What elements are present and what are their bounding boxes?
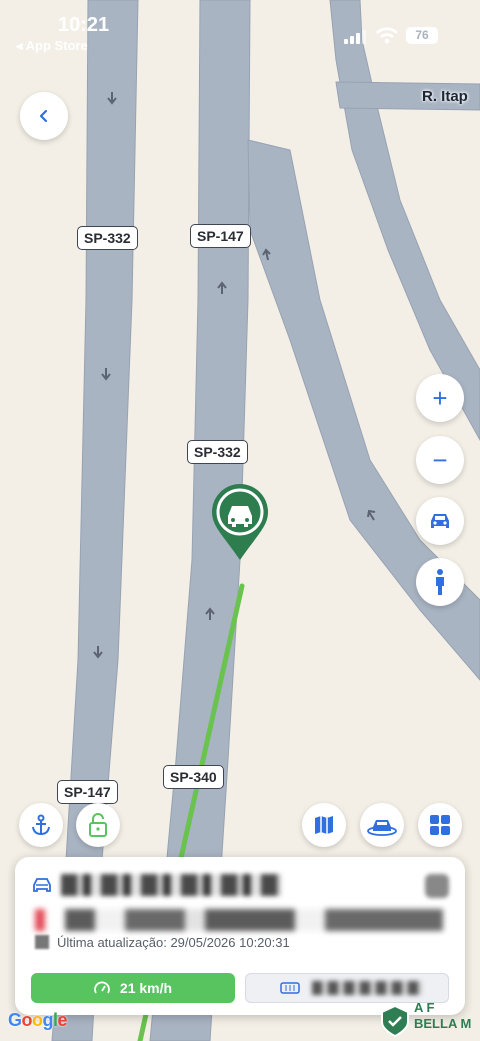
odometer-value-redacted	[312, 981, 422, 995]
grid-icon	[430, 815, 450, 835]
back-button[interactable]	[20, 92, 68, 140]
chevron-left-icon	[39, 109, 48, 123]
status-bar: 10:21 ◂ App Store 76	[0, 0, 480, 60]
road-label-sp332-b: SP-332	[187, 440, 248, 464]
car-icon	[431, 514, 449, 528]
wifi-icon	[376, 27, 398, 44]
status-indicator-redacted	[425, 874, 449, 898]
speed-value: 21 km/h	[119, 980, 173, 996]
car-view-button[interactable]	[416, 497, 464, 545]
plus-icon: +	[432, 383, 448, 413]
zoom-out-button[interactable]: −	[416, 436, 464, 484]
vehicle-3d-button[interactable]	[360, 803, 404, 847]
last-update-text: Última atualização: 29/05/2026 10:20:31	[57, 935, 290, 950]
map-type-button[interactable]	[302, 803, 346, 847]
street-label: R. Itap	[422, 88, 468, 105]
lock-icon	[89, 813, 107, 837]
speed-button[interactable]: 21 km/h	[31, 973, 235, 1003]
anchor-button[interactable]	[19, 803, 63, 847]
road-label-sp147-b: SP-147	[57, 780, 118, 804]
minus-icon: −	[432, 445, 448, 475]
car-icon	[33, 878, 51, 892]
lock-button[interactable]	[76, 803, 120, 847]
google-logo: Google	[8, 1010, 68, 1030]
odometer-icon	[280, 982, 300, 994]
zoom-in-button[interactable]: +	[416, 374, 464, 422]
road-label-sp340: SP-340	[163, 765, 224, 789]
vehicle-name-redacted	[61, 874, 281, 896]
person-view-button[interactable]	[416, 558, 464, 606]
back-to-app-link[interactable]: ◂ App Store	[16, 38, 88, 54]
person-icon	[436, 569, 444, 595]
anchor-icon	[32, 814, 50, 836]
address-redacted	[35, 909, 443, 931]
road-label-sp332-a: SP-332	[77, 226, 138, 250]
status-time: 10:21	[58, 14, 110, 36]
poi-label[interactable]: A F BELLA M	[414, 1000, 471, 1032]
signal-icon	[344, 30, 366, 44]
poi-shield-icon[interactable]	[378, 1004, 412, 1038]
battery-indicator: 76	[406, 27, 438, 44]
update-icon	[35, 935, 49, 949]
odometer-button[interactable]	[245, 973, 449, 1003]
map-icon	[315, 816, 333, 834]
vehicle-info-panel[interactable]: Última atualização: 29/05/2026 10:20:31 …	[15, 857, 465, 1015]
road-label-sp147-a: SP-147	[190, 224, 251, 248]
poi-label-line-1: A F	[414, 1000, 435, 1015]
speedometer-icon	[94, 981, 110, 994]
grid-menu-button[interactable]	[418, 803, 462, 847]
vehicle-icon	[367, 820, 397, 836]
poi-label-line-2: BELLA M	[414, 1016, 472, 1031]
